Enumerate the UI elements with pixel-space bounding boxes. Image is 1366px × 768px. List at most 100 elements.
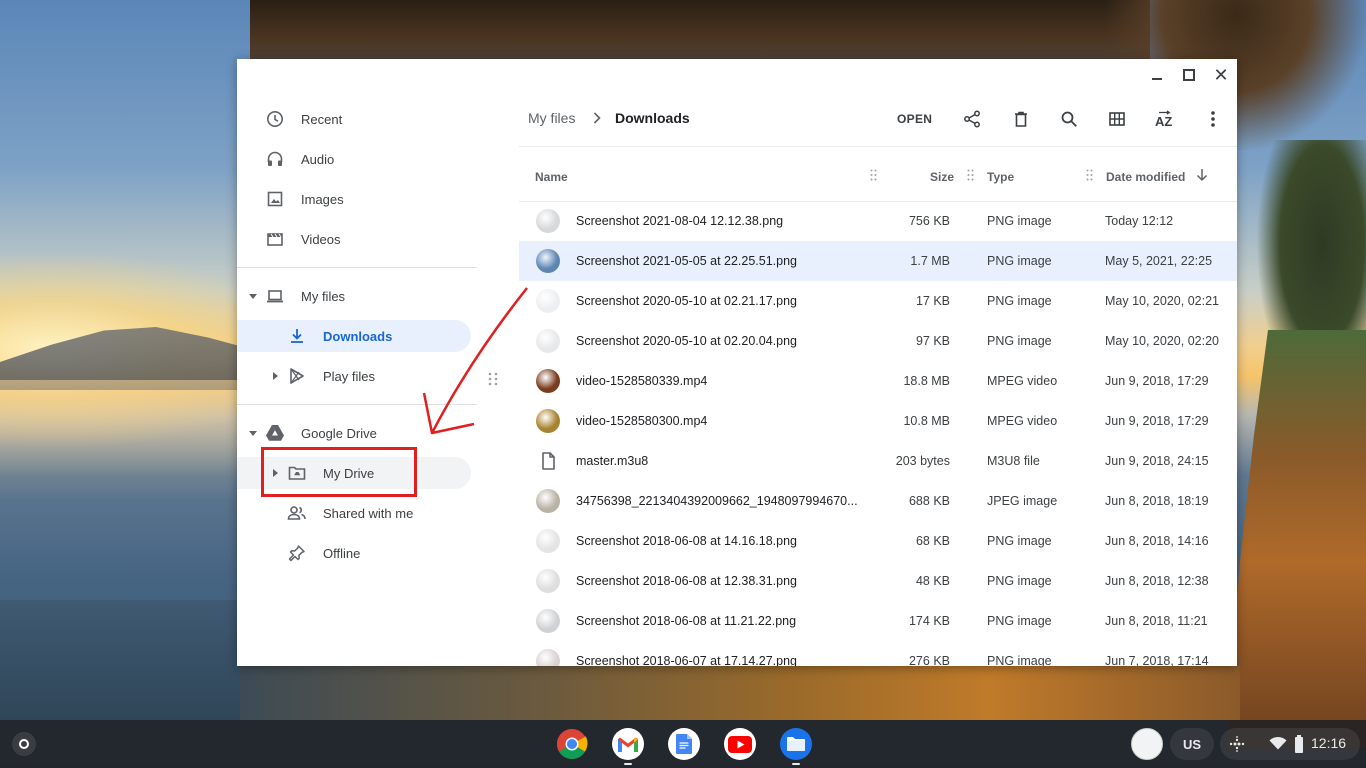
- file-row[interactable]: Screenshot 2018-06-07 at 17.14.27.png 276…: [519, 641, 1237, 666]
- column-resize-handle[interactable]: [967, 169, 974, 184]
- avatar[interactable]: [1131, 728, 1163, 760]
- file-date-modified: May 10, 2020, 02:20: [1105, 334, 1219, 348]
- file-name: Screenshot 2021-05-05 at 22.25.51.png: [576, 254, 798, 268]
- sidebar-item-videos[interactable]: Videos: [237, 223, 471, 255]
- sidebar-item-shared-with-me[interactable]: Shared with me: [237, 497, 471, 529]
- sort-az-icon[interactable]: AZ: [1155, 109, 1175, 129]
- file-row[interactable]: Screenshot 2020-05-10 at 02.20.04.png 97 …: [519, 321, 1237, 361]
- sidebar-item-play-files[interactable]: Play files: [237, 360, 471, 392]
- column-header-size[interactable]: Size: [930, 170, 954, 184]
- gmail-icon[interactable]: [612, 728, 644, 760]
- file-thumbnail: [536, 209, 560, 233]
- file-row[interactable]: Screenshot 2021-08-04 12.12.38.png 756 KB…: [519, 201, 1237, 241]
- file-type: M3U8 file: [987, 454, 1040, 468]
- docs-icon[interactable]: [668, 728, 700, 760]
- file-type: JPEG image: [987, 494, 1058, 508]
- wifi-icon: [1269, 736, 1287, 755]
- column-header-type[interactable]: Type: [987, 170, 1014, 184]
- running-indicator: [792, 763, 800, 765]
- file-thumbnail: [536, 609, 560, 633]
- file-name: Screenshot 2018-06-07 at 17.14.27.png: [576, 654, 798, 666]
- file-row[interactable]: master.m3u8 203 bytes M3U8 file Jun 9, 2018…: [519, 441, 1237, 481]
- shelf: US 12:16: [0, 720, 1366, 768]
- file-date-modified: Jun 7, 2018, 17:14: [1105, 654, 1209, 666]
- column-header-date-modified[interactable]: Date modified: [1106, 170, 1185, 184]
- laptop-icon: [265, 286, 285, 306]
- close-icon[interactable]: ✕: [1205, 59, 1237, 91]
- sidebar-item-downloads[interactable]: Downloads: [237, 320, 471, 352]
- ime-menu-button[interactable]: US: [1170, 728, 1214, 760]
- breadcrumb-downloads[interactable]: Downloads: [615, 110, 690, 126]
- file-type: MPEG video: [987, 414, 1058, 428]
- open-button[interactable]: OPEN: [897, 112, 932, 126]
- chevron-right-icon[interactable]: [273, 469, 278, 477]
- file-name: video-1528580300.mp4: [576, 414, 708, 428]
- file-type: PNG image: [987, 574, 1052, 588]
- file-date-modified: May 5, 2021, 22:25: [1105, 254, 1213, 268]
- file-type: MPEG video: [987, 374, 1058, 388]
- column-resize-handle[interactable]: [1086, 169, 1093, 184]
- battery-icon: [1294, 735, 1304, 758]
- file-icon: [536, 449, 560, 473]
- grid-view-icon[interactable]: [1107, 109, 1127, 129]
- file-row[interactable]: video-1528580300.mp4 10.8 MB MPEG video Jun…: [519, 401, 1237, 441]
- maximize-icon[interactable]: [1173, 59, 1205, 91]
- file-date-modified: Jun 8, 2018, 11:21: [1105, 614, 1208, 628]
- window-controls: ✕: [1141, 59, 1237, 91]
- youtube-icon[interactable]: [724, 728, 756, 760]
- sidebar-item-my-files[interactable]: My files: [237, 280, 471, 312]
- trash-icon[interactable]: [1011, 109, 1031, 129]
- file-row[interactable]: Screenshot 2021-05-05 at 22.25.51.png 1.7…: [519, 241, 1237, 281]
- file-date-modified: Jun 9, 2018, 24:15: [1105, 454, 1209, 468]
- breadcrumb-my-files[interactable]: My files: [528, 110, 575, 126]
- file-row[interactable]: Screenshot 2018-06-08 at 14.16.18.png 68 …: [519, 521, 1237, 561]
- sidebar-item-label: Videos: [301, 231, 341, 247]
- chevron-down-icon[interactable]: [249, 294, 257, 299]
- file-size: 276 KB: [908, 654, 950, 666]
- file-row[interactable]: 34756398_2213404392009662_1948097994670.…: [519, 481, 1237, 521]
- column-header-name[interactable]: Name: [535, 170, 568, 184]
- file-rows: Screenshot 2021-08-04 12.12.38.png 756 KB…: [519, 201, 1237, 666]
- files-icon[interactable]: [780, 728, 812, 760]
- chevron-right-icon[interactable]: [273, 372, 278, 380]
- sidebar-item-offline[interactable]: Offline: [237, 537, 471, 569]
- sidebar-item-label: My files: [301, 288, 346, 304]
- file-date-modified: Jun 9, 2018, 17:29: [1105, 374, 1209, 388]
- launcher-button[interactable]: [12, 732, 36, 756]
- chevron-down-icon[interactable]: [249, 431, 257, 436]
- sidebar-item-recent[interactable]: Recent: [237, 103, 471, 135]
- sidebar-item-images[interactable]: Images: [237, 183, 471, 215]
- file-size: 203 bytes: [895, 454, 950, 468]
- people-icon: [287, 503, 307, 523]
- file-size: 48 KB: [915, 574, 950, 588]
- file-row[interactable]: Screenshot 2020-05-10 at 02.21.17.png 17 …: [519, 281, 1237, 321]
- chrome-icon[interactable]: [556, 728, 588, 760]
- file-size: 688 KB: [908, 494, 950, 508]
- minimize-icon[interactable]: [1141, 59, 1173, 91]
- file-row[interactable]: Screenshot 2018-06-08 at 11.21.22.png 174…: [519, 601, 1237, 641]
- file-thumbnail: [536, 569, 560, 593]
- more-vert-icon[interactable]: [1203, 109, 1223, 129]
- file-row[interactable]: Screenshot 2018-06-08 at 12.38.31.png 48 …: [519, 561, 1237, 601]
- file-size: 10.8 MB: [903, 414, 950, 428]
- file-type: PNG image: [987, 294, 1052, 308]
- file-name: video-1528580339.mp4: [576, 374, 708, 388]
- sidebar-item-google-drive[interactable]: Google Drive: [237, 417, 471, 449]
- file-row[interactable]: video-1528580339.mp4 18.8 MB MPEG video Jun…: [519, 361, 1237, 401]
- column-resize-handle[interactable]: [870, 169, 877, 184]
- launcher-icon: [19, 739, 29, 749]
- sidebar-item-audio[interactable]: Audio: [237, 143, 471, 175]
- share-icon[interactable]: [962, 109, 982, 129]
- search-icon[interactable]: [1059, 109, 1079, 129]
- sidebar-resize-handle[interactable]: [488, 372, 498, 389]
- clock[interactable]: 12:16: [1311, 735, 1346, 751]
- file-thumbnail: [536, 289, 560, 313]
- file-date-modified: Jun 9, 2018, 17:29: [1105, 414, 1209, 428]
- file-type: PNG image: [987, 214, 1052, 228]
- file-size: 68 KB: [915, 534, 950, 548]
- file-type: PNG image: [987, 334, 1052, 348]
- file-size: 18.8 MB: [903, 374, 950, 388]
- file-date-modified: Jun 8, 2018, 18:19: [1105, 494, 1209, 508]
- sidebar-item-my-drive[interactable]: My Drive: [237, 457, 471, 489]
- sort-descending-icon[interactable]: [1196, 168, 1208, 185]
